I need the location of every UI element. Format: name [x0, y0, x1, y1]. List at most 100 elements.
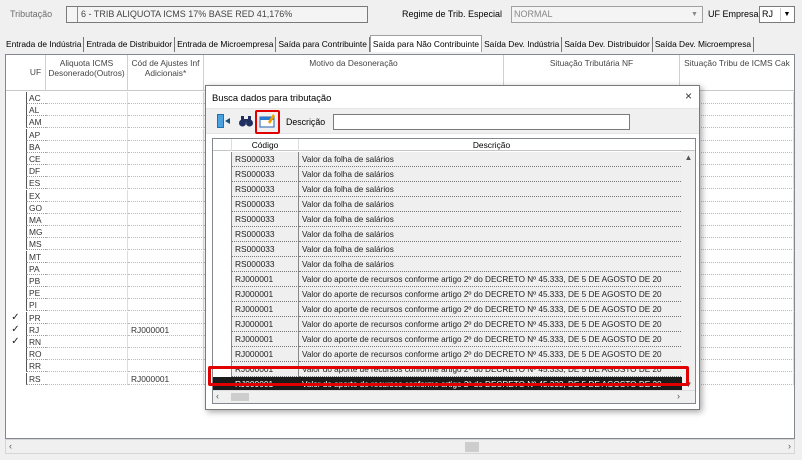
row-aliquota[interactable]: [46, 372, 128, 385]
row-aliquota[interactable]: [46, 116, 128, 129]
list-item[interactable]: RS000033 Valor da folha de salários: [213, 152, 683, 167]
row-cod-ajustes[interactable]: [128, 116, 204, 129]
row-cod-ajustes[interactable]: [128, 153, 204, 165]
header-codigo[interactable]: Código: [231, 139, 299, 151]
row-cod-ajustes[interactable]: [128, 92, 204, 104]
uf-empresa-value: RJ: [762, 9, 773, 19]
row-aliquota[interactable]: [46, 104, 128, 117]
chevron-down-icon[interactable]: ▼: [780, 8, 793, 21]
uf-empresa-select[interactable]: RJ ▼: [759, 6, 795, 23]
row-cod-ajustes[interactable]: [128, 140, 204, 153]
list-item[interactable]: RJ000001 Valor do aporte de recursos conf…: [213, 317, 683, 332]
row-cod-ajustes[interactable]: [128, 262, 204, 275]
row-aliquota[interactable]: [46, 201, 128, 214]
row-aliquota[interactable]: [46, 189, 128, 202]
row-aliquota[interactable]: [46, 92, 128, 104]
row-cod-ajustes[interactable]: [128, 226, 204, 239]
row-cod-ajustes[interactable]: [128, 165, 204, 178]
list-item[interactable]: RS000033 Valor da folha de salários: [213, 197, 683, 212]
row-aliquota[interactable]: [46, 238, 128, 251]
row-aliquota[interactable]: [46, 214, 128, 226]
field-separator: [77, 7, 78, 22]
row-uf: RN: [26, 336, 46, 348]
row-cod-ajustes[interactable]: [128, 177, 204, 190]
header-aliquota[interactable]: Aliquota ICMS Desonerado(Outros): [46, 55, 128, 91]
row-aliquota[interactable]: [46, 140, 128, 153]
row-cod-ajustes[interactable]: RJ000001: [128, 372, 204, 385]
row-aliquota[interactable]: [46, 299, 128, 312]
row-cod-ajustes[interactable]: RJ000001: [128, 323, 204, 336]
row-cod-ajustes[interactable]: [128, 360, 204, 373]
tributacao-field[interactable]: 6 - TRIB ALIQUOTA ICMS 17% BASE RED 41,1…: [66, 6, 368, 23]
scroll-left-icon[interactable]: ‹: [216, 391, 219, 401]
row-aliquota[interactable]: [46, 153, 128, 165]
row-cod-ajustes[interactable]: [128, 299, 204, 312]
list-item[interactable]: RS000033 Valor da folha de salários: [213, 182, 683, 197]
horizontal-scrollbar[interactable]: ‹ ›: [5, 439, 795, 454]
binoculars-icon[interactable]: [236, 113, 256, 131]
row-aliquota[interactable]: [46, 262, 128, 275]
row-cod-ajustes[interactable]: [128, 128, 204, 141]
row-cod-ajustes[interactable]: [128, 250, 204, 263]
header-uf[interactable]: UF: [26, 55, 46, 91]
tab-1[interactable]: Entrada de Distribuidor: [84, 37, 176, 52]
row-cod-ajustes[interactable]: [128, 336, 204, 348]
row-aliquota[interactable]: [46, 165, 128, 178]
descricao-search-input[interactable]: [333, 114, 630, 130]
header-descricao[interactable]: Descrição: [299, 139, 684, 151]
row-aliquota[interactable]: [46, 348, 128, 361]
row-cod-ajustes[interactable]: [128, 238, 204, 251]
row-aliquota[interactable]: [46, 311, 128, 324]
dialog-vertical-scrollbar[interactable]: ▲ ▼: [682, 151, 695, 391]
list-item[interactable]: RS000033 Valor da folha de salários: [213, 257, 683, 272]
list-item[interactable]: RJ000001 Valor do aporte de recursos conf…: [213, 332, 683, 347]
scroll-right-icon[interactable]: ›: [788, 441, 791, 451]
row-cod-ajustes[interactable]: [128, 214, 204, 226]
scroll-left-icon[interactable]: ‹: [9, 441, 12, 451]
row-cod-ajustes[interactable]: [128, 201, 204, 214]
row-aliquota[interactable]: [46, 250, 128, 263]
tab-2[interactable]: Entrada de Microempresa: [175, 37, 277, 52]
tab-6[interactable]: Saída Dev. Distribuidor: [562, 37, 653, 52]
list-item[interactable]: RJ000001 Valor do aporte de recursos conf…: [213, 287, 683, 302]
close-icon[interactable]: ×: [685, 89, 692, 103]
exit-door-icon[interactable]: [213, 113, 233, 131]
scroll-right-icon[interactable]: ›: [677, 391, 680, 401]
row-aliquota[interactable]: [46, 360, 128, 373]
scroll-thumb[interactable]: [231, 393, 249, 401]
row-aliquota[interactable]: [46, 128, 128, 141]
row-cod-ajustes[interactable]: [128, 104, 204, 117]
dialog-result-grid[interactable]: Código Descrição RS000033 Valor da folha …: [212, 138, 696, 404]
list-item[interactable]: RS000033 Valor da folha de salários: [213, 212, 683, 227]
regime-select[interactable]: NORMAL ▼: [511, 6, 703, 23]
header-cod-ajustes[interactable]: Cód de Ajustes Inf Adicionais*: [128, 55, 204, 91]
chevron-down-icon[interactable]: ▼: [688, 8, 701, 21]
list-item[interactable]: RJ000001 Valor do aporte de recursos conf…: [213, 347, 683, 362]
list-item[interactable]: RJ000001 Valor do aporte de recursos conf…: [213, 302, 683, 317]
tab-7[interactable]: Saída Dev. Microempresa: [653, 37, 755, 52]
scroll-up-icon[interactable]: ▲: [682, 153, 695, 162]
row-cod-ajustes[interactable]: [128, 287, 204, 300]
row-cod-ajustes[interactable]: [128, 189, 204, 202]
row-cod-ajustes[interactable]: [128, 275, 204, 287]
row-aliquota[interactable]: [46, 177, 128, 190]
row-aliquota[interactable]: [46, 323, 128, 336]
list-item[interactable]: RS000033 Valor da folha de salários: [213, 242, 683, 257]
tab-0[interactable]: Entrada de Indústria: [4, 37, 85, 52]
tab-4[interactable]: Saída para Não Contribuinte: [369, 35, 483, 52]
row-aliquota[interactable]: [46, 287, 128, 300]
row-aliquota[interactable]: [46, 226, 128, 239]
dialog-horizontal-scrollbar[interactable]: ‹ ›: [213, 390, 695, 403]
row-descricao: Valor da folha de salários: [299, 167, 683, 182]
row-uf: AP: [26, 128, 46, 141]
list-item[interactable]: RJ000001 Valor do aporte de recursos conf…: [213, 272, 683, 287]
row-aliquota[interactable]: [46, 336, 128, 348]
row-cod-ajustes[interactable]: [128, 348, 204, 361]
scroll-thumb[interactable]: [465, 442, 479, 452]
tab-3[interactable]: Saída para Contribuinte: [276, 37, 370, 52]
list-item[interactable]: RS000033 Valor da folha de salários: [213, 227, 683, 242]
list-item[interactable]: RS000033 Valor da folha de salários: [213, 167, 683, 182]
row-cod-ajustes[interactable]: [128, 311, 204, 324]
tab-5[interactable]: Saída Dev. Indústria: [482, 37, 563, 52]
row-aliquota[interactable]: [46, 275, 128, 287]
